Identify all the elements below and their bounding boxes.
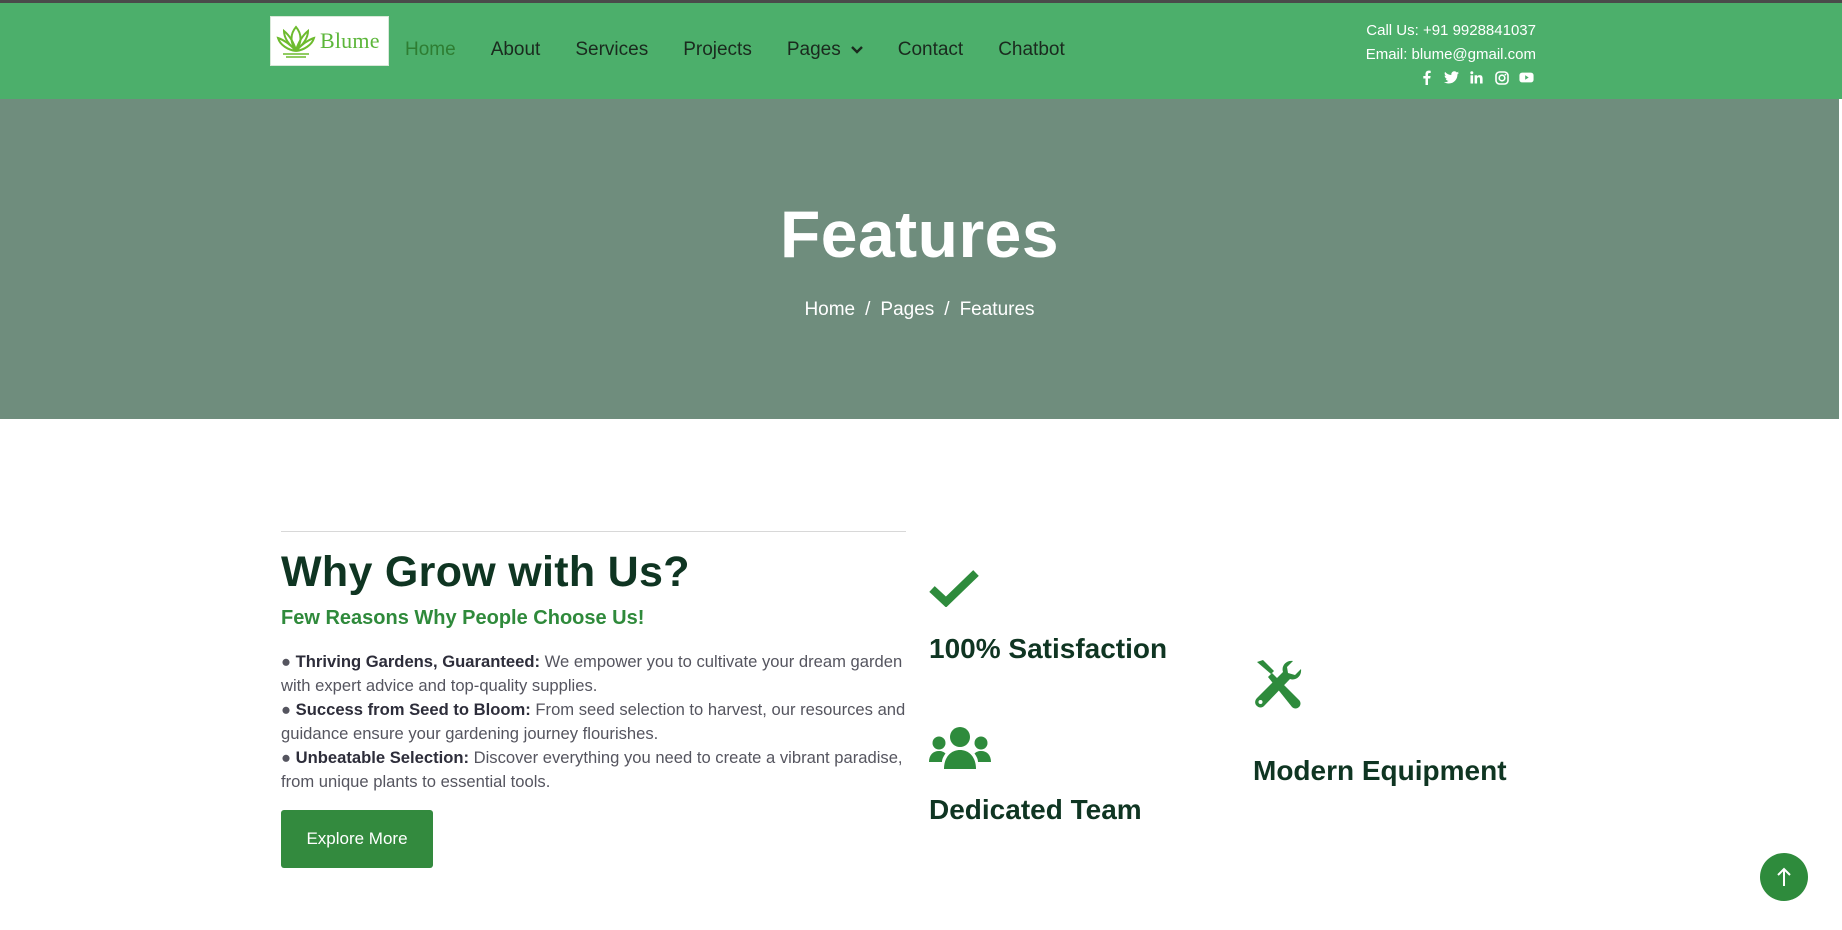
reason-heading: Unbeatable Selection:	[295, 748, 470, 767]
check-icon	[929, 569, 979, 612]
nav-about[interactable]: About	[491, 39, 541, 61]
breadcrumb: Home / Pages / Features	[0, 299, 1839, 321]
bullet: ●	[281, 652, 292, 671]
lotus-icon	[276, 25, 316, 58]
twitter-icon[interactable]	[1444, 70, 1459, 85]
tools-icon	[1253, 659, 1303, 714]
bullet: ●	[281, 700, 292, 719]
youtube-icon[interactable]	[1519, 70, 1534, 85]
nav-pages-label: Pages	[786, 39, 841, 60]
nav-pages-dropdown[interactable]: Pages	[787, 39, 863, 61]
page-title: Features	[779, 197, 1060, 271]
facebook-icon[interactable]	[1419, 70, 1434, 85]
bullet: ●	[281, 748, 292, 767]
breadcrumb-separator: /	[865, 299, 871, 320]
brand-logo[interactable]: Blume	[270, 16, 389, 66]
social-links	[1366, 70, 1536, 85]
hero-banner: Features Home / Pages / Features	[0, 99, 1839, 419]
chevron-down-icon	[850, 46, 863, 54]
breadcrumb-home[interactable]: Home	[804, 299, 855, 320]
reasons-list: ● Thriving Gardens, Guaranteed: We empow…	[281, 650, 906, 794]
users-icon	[929, 726, 991, 775]
nav-contact-label: Contact	[897, 39, 964, 60]
breadcrumb-pages[interactable]: Pages	[880, 299, 934, 320]
linkedin-icon[interactable]	[1469, 70, 1484, 85]
contact-info: Call Us: +91 9928841037 Email: blume@gma…	[1366, 19, 1536, 85]
feature-title-team: Dedicated Team	[929, 794, 1142, 825]
nav-services-label: Services	[575, 39, 649, 60]
section-subtitle: Few Reasons Why People Choose Us!	[281, 607, 645, 629]
breadcrumb-separator: /	[944, 299, 950, 320]
list-item: ● Thriving Gardens, Guaranteed: We empow…	[281, 650, 906, 698]
nav-home[interactable]: Home	[405, 39, 456, 61]
nav-home-label: Home	[405, 39, 456, 60]
nav-chatbot-label: Chatbot	[998, 39, 1065, 60]
brand-name: Blume	[320, 28, 380, 53]
contact-phone: Call Us: +91 9928841037	[1366, 22, 1536, 39]
nav-projects[interactable]: Projects	[683, 39, 752, 61]
section-divider	[281, 531, 906, 532]
list-item: ● Success from Seed to Bloom: From seed …	[281, 698, 906, 746]
instagram-icon[interactable]	[1494, 70, 1509, 85]
list-item: ● Unbeatable Selection: Discover everyth…	[281, 746, 906, 794]
nav-contact[interactable]: Contact	[898, 39, 963, 61]
section-title: Why Grow with Us?	[281, 548, 690, 596]
contact-email: Email: blume@gmail.com	[1365, 46, 1536, 63]
reason-heading: Thriving Gardens, Guaranteed:	[295, 652, 541, 671]
feature-title-equipment: Modern Equipment	[1253, 755, 1507, 786]
nav-chatbot[interactable]: Chatbot	[998, 39, 1065, 61]
nav-about-label: About	[490, 39, 541, 60]
nav-projects-label: Projects	[683, 39, 752, 60]
reason-heading: Success from Seed to Bloom:	[295, 700, 531, 719]
navbar: Blume Home About Services Projects Pages…	[0, 3, 1842, 99]
feature-title-satisfaction: 100% Satisfaction	[929, 633, 1168, 664]
main-nav: Home About Services Projects Pages Conta…	[405, 39, 1100, 61]
nav-services[interactable]: Services	[575, 39, 648, 61]
explore-more-button[interactable]: Explore More	[281, 810, 433, 868]
breadcrumb-current: Features	[959, 299, 1035, 320]
arrow-up-icon	[1777, 867, 1791, 886]
back-to-top-button[interactable]	[1760, 853, 1808, 901]
